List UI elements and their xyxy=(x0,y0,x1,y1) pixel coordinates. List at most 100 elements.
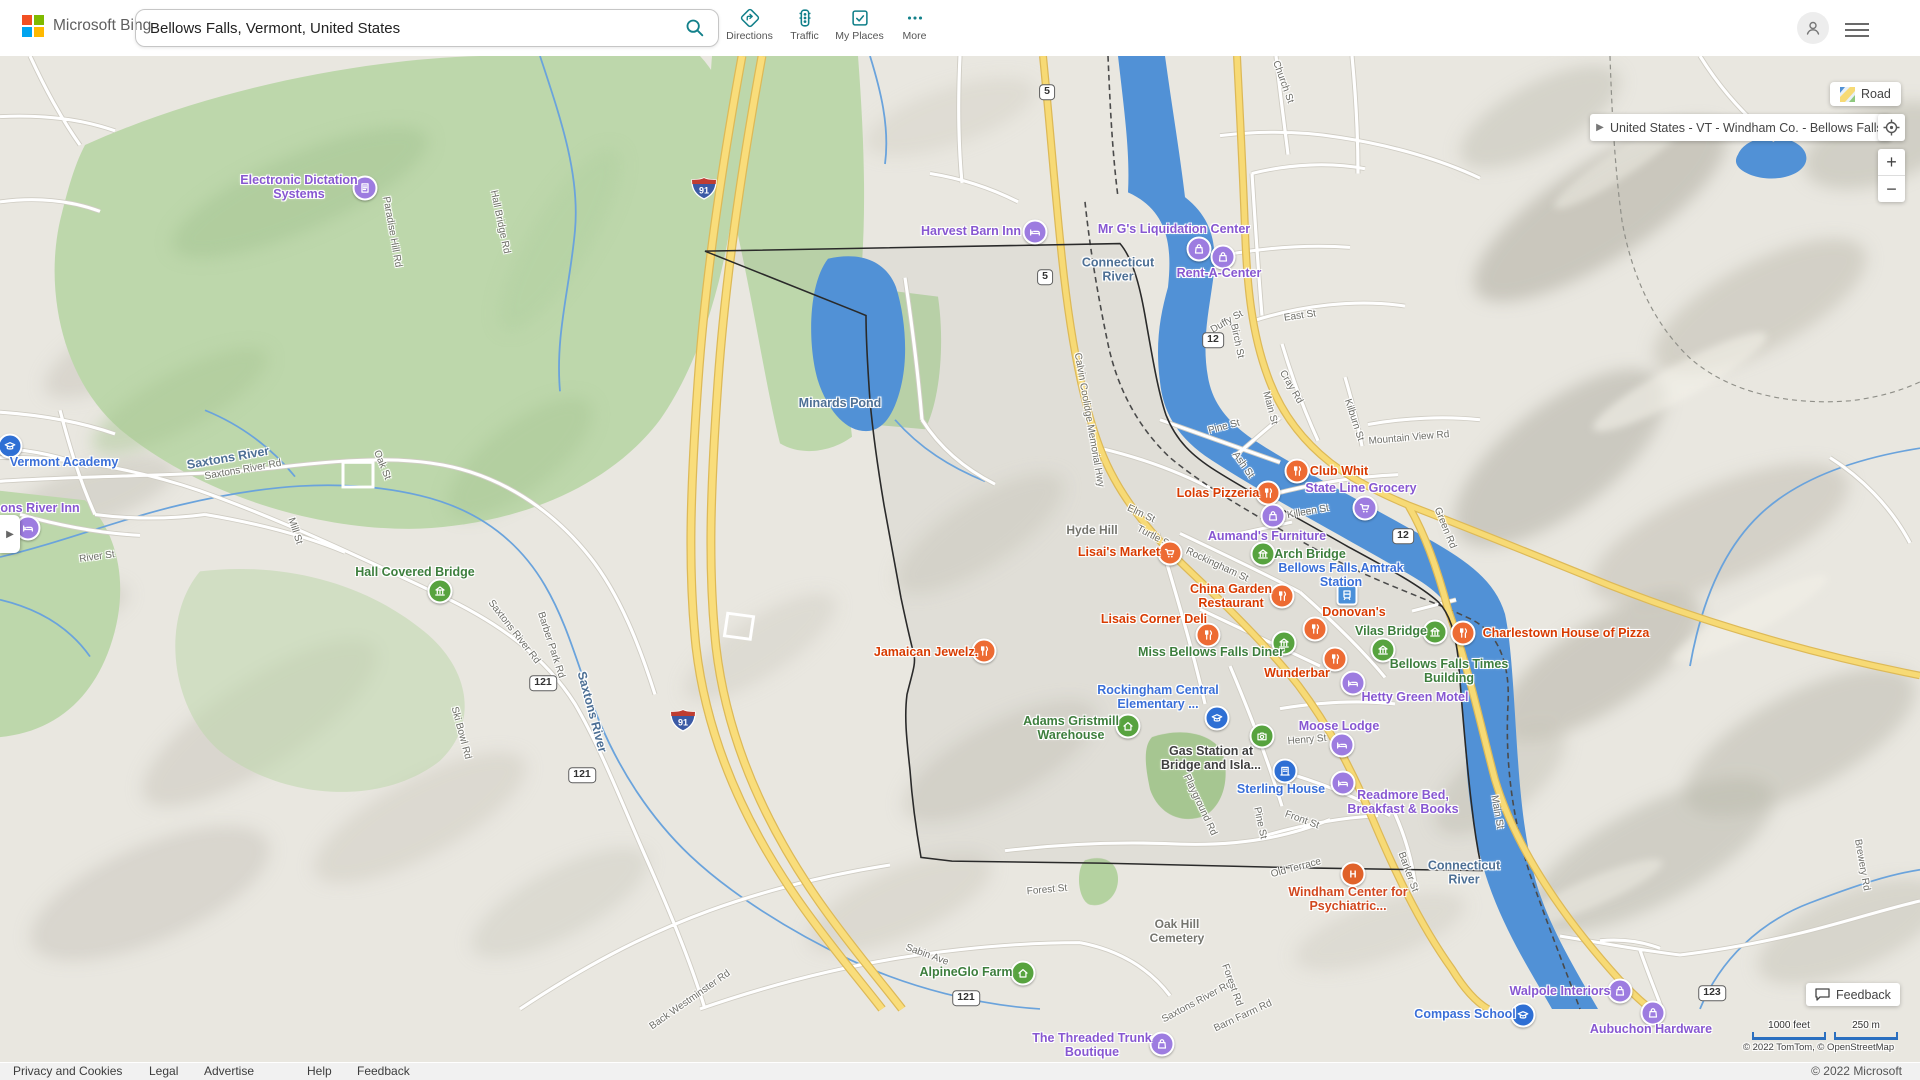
breadcrumb-expand-icon[interactable]: ▶ xyxy=(1590,122,1610,133)
poi-pin-hall-covered-bridge-bank-icon[interactable] xyxy=(428,579,453,604)
locate-me-button[interactable] xyxy=(1878,114,1905,141)
map-attribution: © 2022 TomTom, © OpenStreetMap xyxy=(1743,1042,1894,1053)
my-places-button[interactable]: My Places xyxy=(832,5,887,42)
poi-pin-aumand-s-furniture-bag-icon[interactable] xyxy=(1261,504,1286,529)
poi-pin-lisais-corner-deli-utensils-icon[interactable] xyxy=(1196,623,1221,648)
poi-label-rent-a-center[interactable]: Rent-A-Center xyxy=(1177,266,1262,280)
poi-label-sterling-house[interactable]: Sterling House xyxy=(1237,782,1325,796)
poi-pin-lisai-s-market-cart-icon[interactable] xyxy=(1158,541,1183,566)
poi-label-bellows-falls-amtrak[interactable]: Bellows Falls Amtrak Station xyxy=(1278,561,1403,589)
poi-label-ons-river-inn[interactable]: ons River Inn xyxy=(0,501,79,515)
map-canvas[interactable]: Electronic Dictation Systems Harvest Barn… xyxy=(0,56,1920,1062)
poi-label-vermont-academy[interactable]: Vermont Academy xyxy=(10,455,119,469)
more-button[interactable]: More xyxy=(887,5,942,42)
scale-metric-label: 250 m xyxy=(1834,1020,1898,1031)
poi-label-china-garden[interactable]: China Garden Restaurant xyxy=(1190,582,1272,610)
poi-pin-club-whit-utensils-icon[interactable] xyxy=(1285,459,1310,484)
road-label-kilburn-st: Kilburn St xyxy=(1342,398,1366,443)
search-icon[interactable] xyxy=(684,17,706,39)
poi-label-miss-bellows-falls-diner[interactable]: Miss Bellows Falls Diner xyxy=(1138,645,1284,659)
bing-logo[interactable]: Microsoft Bing xyxy=(22,15,151,37)
poi-pin-alpineglo-farm-house-icon[interactable] xyxy=(1011,961,1036,986)
poi-label-the-threaded-trunk[interactable]: The Threaded Trunk Boutique xyxy=(1032,1031,1151,1059)
road-label-ash-st: Ash St xyxy=(1230,450,1256,480)
poi-label-lolas-pizzeria[interactable]: Lolas Pizzeria xyxy=(1177,486,1260,500)
more-icon xyxy=(904,7,926,29)
traffic-button[interactable]: Traffic xyxy=(777,5,832,42)
poi-pin-arch-bridge-bank-icon[interactable] xyxy=(1251,542,1276,567)
road-label-main-st: Main St xyxy=(1489,794,1506,829)
road-label-green-rd: Green Rd xyxy=(1432,506,1458,550)
poi-label-hetty-green-motel[interactable]: Hetty Green Motel xyxy=(1362,690,1469,704)
footer-link-advertise[interactable]: Advertise xyxy=(204,1064,254,1078)
poi-pin-harvest-barn-inn-bed-icon[interactable] xyxy=(1023,220,1048,245)
poi-label-harvest-barn-inn[interactable]: Harvest Barn Inn xyxy=(921,224,1021,238)
poi-label-jamaican-jewelz[interactable]: Jamaican Jewelz. xyxy=(874,645,978,659)
search-input[interactable] xyxy=(148,19,684,38)
poi-label-electronic-dictation[interactable]: Electronic Dictation Systems xyxy=(240,173,357,201)
interstate-91-shield-icon: 91 xyxy=(670,709,696,737)
poi-label-lisai-s-market[interactable]: Lisai's Market xyxy=(1078,545,1160,559)
poi-label-rockingham-central[interactable]: Rockingham Central Elementary ... xyxy=(1097,683,1219,711)
poi-label-walpole-interiors[interactable]: Walpole Interiors xyxy=(1510,984,1611,998)
sidebar-expander[interactable]: ▶ xyxy=(0,515,20,553)
poi-pin-charlestown-house-of-pizza-utensils-icon[interactable] xyxy=(1451,621,1476,646)
interstate-91-shield-icon: 91 xyxy=(691,177,717,205)
road-label-birch-st: Birch St xyxy=(1228,323,1246,360)
road-label-main-st: Main St xyxy=(1260,390,1279,426)
poi-label-donovan-s[interactable]: Donovan's xyxy=(1322,605,1385,619)
map-feedback-button[interactable]: Feedback xyxy=(1806,983,1900,1006)
footer-link-feedback[interactable]: Feedback xyxy=(357,1064,410,1078)
road-button-label: Road xyxy=(1861,87,1891,101)
road-label-elm-st: Elm St xyxy=(1125,503,1156,525)
route-121-shield: 121 xyxy=(568,767,596,783)
map-style-road-button[interactable]: Road xyxy=(1830,82,1901,106)
poi-pin-donovan-s-utensils-icon[interactable] xyxy=(1303,617,1328,642)
menu-button[interactable] xyxy=(1845,19,1869,41)
poi-label-alpineglo-farm[interactable]: AlpineGlo Farm xyxy=(919,965,1012,979)
poi-label-readmore-bed[interactable]: Readmore Bed, Breakfast & Books xyxy=(1347,788,1458,816)
poi-pin-mr-g-s-liquidation-center-bag-icon[interactable] xyxy=(1187,237,1212,262)
poi-label-mr-g-s-liquidation-center[interactable]: Mr G's Liquidation Center xyxy=(1098,222,1250,236)
directions-button[interactable]: Directions xyxy=(722,5,777,42)
poi-label-gas-station-at[interactable]: Gas Station at Bridge and Isla... xyxy=(1161,744,1261,772)
poi-label-wunderbar[interactable]: Wunderbar xyxy=(1264,666,1330,680)
footer-link-help[interactable]: Help xyxy=(307,1064,332,1078)
account-button[interactable] xyxy=(1797,12,1829,44)
map-overlay: Electronic Dictation Systems Harvest Barn… xyxy=(0,56,1920,1062)
route-12-shield: 12 xyxy=(1202,332,1224,348)
poi-pin-windham-center-for-hospital-icon[interactable]: H xyxy=(1341,862,1366,887)
footer-link-legal[interactable]: Legal xyxy=(149,1064,178,1078)
poi-label-club-whit[interactable]: Club Whit xyxy=(1310,464,1368,478)
footer-bar: Privacy and Cookies Legal Advertise Help… xyxy=(0,1063,1920,1080)
poi-pin-walpole-interiors-bag-icon[interactable] xyxy=(1608,979,1633,1004)
breadcrumb-text[interactable]: United States - VT - Windham Co. - Bello… xyxy=(1610,121,1883,135)
poi-label-vilas-bridge[interactable]: Vilas Bridge xyxy=(1355,624,1427,638)
zoom-out-button[interactable]: − xyxy=(1878,176,1905,202)
poi-label-arch-bridge[interactable]: Arch Bridge xyxy=(1274,547,1346,561)
search-box[interactable] xyxy=(135,9,719,47)
poi-label-windham-center-for[interactable]: Windham Center for Psychiatric... xyxy=(1288,885,1407,913)
poi-label-adams-gristmill[interactable]: Adams Gristmill Warehouse xyxy=(1023,714,1119,742)
poi-label-compass-school[interactable]: Compass School xyxy=(1414,1007,1515,1021)
road-style-icon xyxy=(1840,87,1855,102)
poi-label-bellows-falls-times[interactable]: Bellows Falls Times Building xyxy=(1390,657,1509,685)
poi-label-aubuchon-hardware[interactable]: Aubuchon Hardware xyxy=(1590,1022,1712,1036)
poi-pin-moose-lodge-bed-icon[interactable] xyxy=(1330,733,1355,758)
poi-pin-adams-gristmill-house-icon[interactable] xyxy=(1116,714,1141,739)
poi-pin-state-line-grocery-cart-icon[interactable] xyxy=(1353,496,1378,521)
footer-link-privacy[interactable]: Privacy and Cookies xyxy=(13,1064,122,1078)
water-label-connecticut: Connecticut River xyxy=(1082,256,1154,285)
poi-pin-sterling-house-building-icon[interactable] xyxy=(1273,759,1298,784)
poi-label-lisais-corner-deli[interactable]: Lisais Corner Deli xyxy=(1101,612,1207,626)
poi-pin-the-threaded-trunk-bag-icon[interactable] xyxy=(1150,1032,1175,1057)
poi-label-hall-covered-bridge[interactable]: Hall Covered Bridge xyxy=(355,565,474,579)
poi-label-state-line-grocery[interactable]: State Line Grocery xyxy=(1305,481,1416,495)
zoom-in-button[interactable]: + xyxy=(1878,149,1905,176)
road-label-hall-bridge-rd: Hall Bridge Rd xyxy=(488,189,512,254)
poi-label-charlestown-house-of-pizza[interactable]: Charlestown House of Pizza xyxy=(1483,626,1650,640)
svg-text:91: 91 xyxy=(678,718,688,728)
poi-label-aumand-s-furniture[interactable]: Aumand's Furniture xyxy=(1208,529,1326,543)
road-label-river-st: River St xyxy=(79,549,116,565)
poi-label-moose-lodge[interactable]: Moose Lodge xyxy=(1299,719,1380,733)
